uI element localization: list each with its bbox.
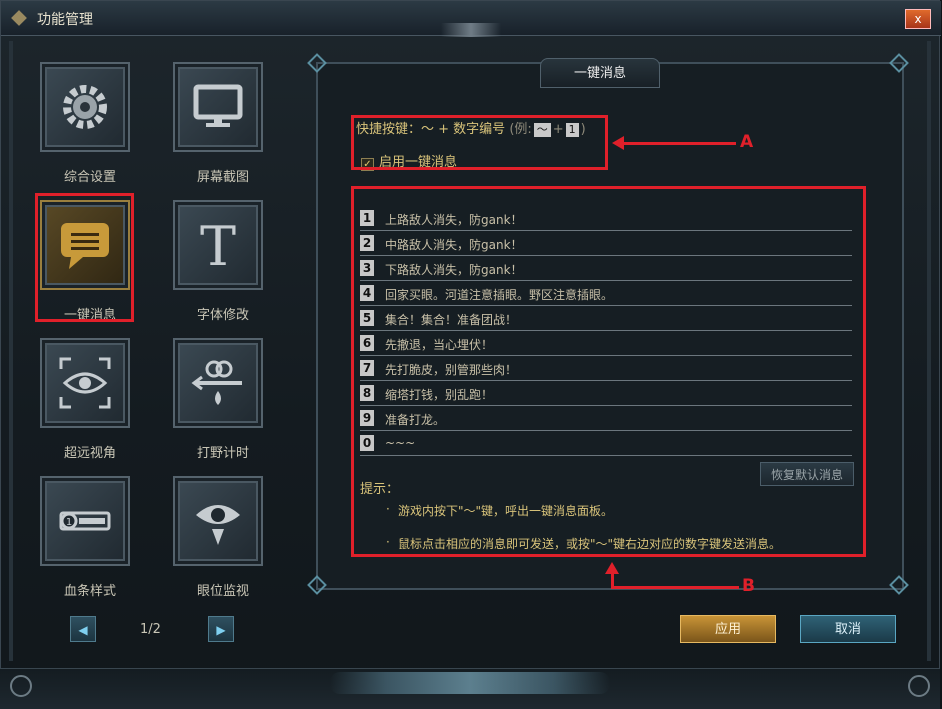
tool-far-view[interactable] [40,338,130,428]
tool-label: 屏幕截图 [196,170,249,185]
timer-icon [191,360,242,405]
eye-view-icon [59,357,111,409]
chevron-right-icon: ▶ [216,623,226,637]
tool-label: 打野计时 [196,446,249,461]
svg-text:T: T [200,217,236,273]
corner-emblem [10,675,32,697]
tool-ward-monitor[interactable] [173,476,263,566]
highlight-box-quick-message [35,193,134,322]
tool-health-bar-style[interactable]: 1 [40,476,130,566]
annotation-b-label: B [742,576,755,596]
page-indicator: 1/2 [140,622,161,637]
chevron-left-icon: ◀ [78,623,88,637]
cancel-button[interactable]: 取消 [800,615,896,643]
tool-font-edit[interactable]: T [173,200,263,290]
tool-general-settings[interactable] [40,62,130,152]
highlight-box-b [351,186,866,557]
tool-screenshot[interactable] [173,62,263,152]
tool-label: 血条样式 [63,584,116,599]
corner-emblem [908,675,930,697]
close-button[interactable]: x [905,9,931,29]
bottom-ornament [330,672,610,694]
next-page-button[interactable]: ▶ [208,616,234,642]
svg-text:1: 1 [66,517,72,528]
font-icon: T [200,217,236,273]
tool-label: 字体修改 [196,308,249,323]
highlight-box-a [351,115,608,170]
prev-page-button[interactable]: ◀ [70,616,96,642]
left-frame [9,41,13,661]
window-title: 功能管理 [37,12,93,28]
apply-button[interactable]: 应用 [680,615,776,643]
tool-label: 超远视角 [63,446,116,461]
gear-icon [63,85,107,129]
tool-label: 眼位监视 [196,584,249,599]
top-ornament [441,23,501,37]
tool-label: 综合设置 [63,170,116,185]
ward-eye-icon [196,505,240,545]
annotation-a-label: A [740,132,754,152]
annotation-a-line [622,142,736,145]
panel-tab: 一键消息 [540,58,660,88]
annotation-b-hline [611,586,739,589]
app-icon [11,10,27,26]
monitor-icon [193,84,243,127]
health-bar-icon: 1 [59,511,111,531]
right-frame [927,41,931,661]
tool-jungle-timer[interactable] [173,338,263,428]
